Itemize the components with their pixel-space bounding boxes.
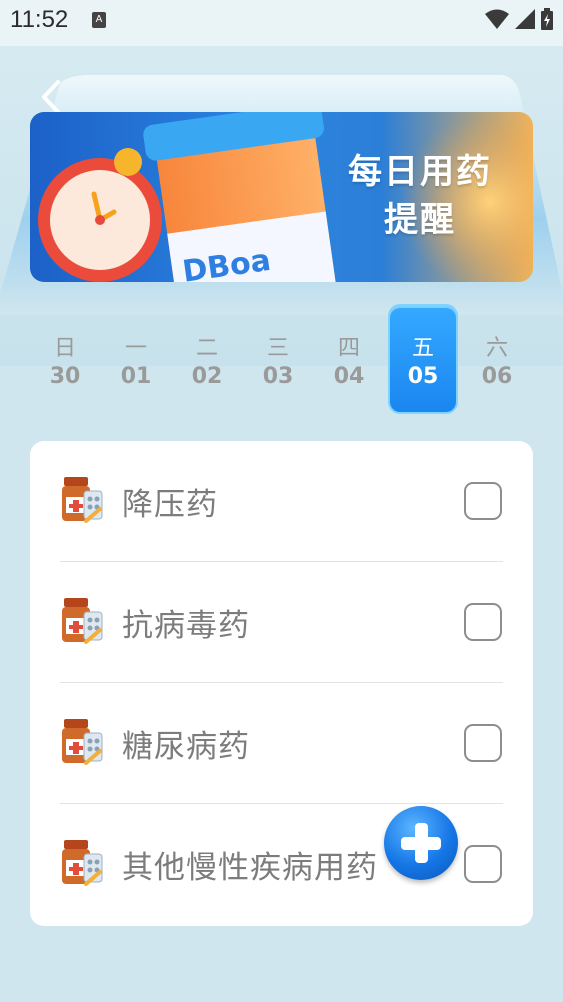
day-number: 03: [262, 364, 294, 389]
day-of-week-label: 五: [411, 336, 434, 361]
banner-title-line2: 提醒: [384, 200, 456, 240]
day-tuesday[interactable]: 二 02: [174, 306, 240, 412]
medication-item[interactable]: 抗病毒药: [30, 562, 533, 683]
medication-checkbox[interactable]: [464, 482, 502, 520]
banner-title: 每日用药 提醒: [320, 148, 520, 244]
medication-checkbox[interactable]: [464, 724, 502, 762]
reminder-banner: DBoa 每日用药 提醒: [30, 112, 533, 282]
plus-icon-vertical: [415, 823, 428, 863]
day-sunday[interactable]: 日 30: [32, 306, 98, 412]
day-of-week-label: 日: [53, 336, 76, 361]
back-button[interactable]: [36, 78, 66, 116]
medication-item[interactable]: 降压药: [30, 441, 533, 562]
day-monday[interactable]: 一 01: [103, 306, 169, 412]
day-of-week-label: 一: [124, 336, 147, 361]
banner-title-line1: 每日用药: [348, 152, 492, 192]
medication-label: 其他慢性疾病用药: [122, 850, 378, 886]
day-number: 05: [407, 364, 439, 389]
status-icons: [485, 8, 553, 30]
medicine-bottle-icon: [62, 840, 103, 886]
medication-label: 降压药: [122, 487, 218, 523]
battery-icon: [541, 8, 553, 30]
day-of-week-label: 三: [266, 336, 289, 361]
day-of-week-label: 四: [337, 336, 360, 361]
medication-checkbox[interactable]: [464, 845, 502, 883]
day-number: 30: [49, 364, 81, 389]
notification-app-icon: A: [92, 12, 106, 28]
day-number: 04: [333, 364, 365, 389]
day-number: 01: [120, 364, 152, 389]
medicine-bottle-icon: [62, 477, 103, 523]
day-of-week-label: 六: [485, 336, 508, 361]
status-time: 11:52: [10, 6, 69, 33]
add-medication-button[interactable]: [384, 806, 458, 880]
medication-checkbox[interactable]: [464, 603, 502, 641]
medication-list-card: 降压药 抗病毒药 糖尿病药 其他慢性疾病用药: [30, 441, 533, 926]
day-wednesday[interactable]: 三 03: [245, 306, 311, 412]
medicine-bottle-icon: [62, 719, 103, 765]
wifi-icon: [485, 9, 509, 29]
day-number: 06: [481, 364, 513, 389]
medication-label: 抗病毒药: [122, 608, 250, 644]
day-friday-selected[interactable]: 五 05: [390, 306, 456, 412]
signal-icon: [515, 9, 535, 29]
medication-label: 糖尿病药: [122, 729, 250, 765]
medicine-bottle-icon: [62, 598, 103, 644]
day-thursday[interactable]: 四 04: [316, 306, 382, 412]
week-day-selector: 日 30 一 01 二 02 三 03 四 04 五 05 六 06: [28, 306, 538, 412]
medication-item[interactable]: 糖尿病药: [30, 683, 533, 804]
day-number: 02: [191, 364, 223, 389]
medication-item[interactable]: 其他慢性疾病用药: [30, 804, 533, 925]
day-saturday[interactable]: 六 06: [464, 306, 530, 412]
status-bar: 11:52 A: [0, 0, 563, 46]
day-of-week-label: 二: [195, 336, 218, 361]
